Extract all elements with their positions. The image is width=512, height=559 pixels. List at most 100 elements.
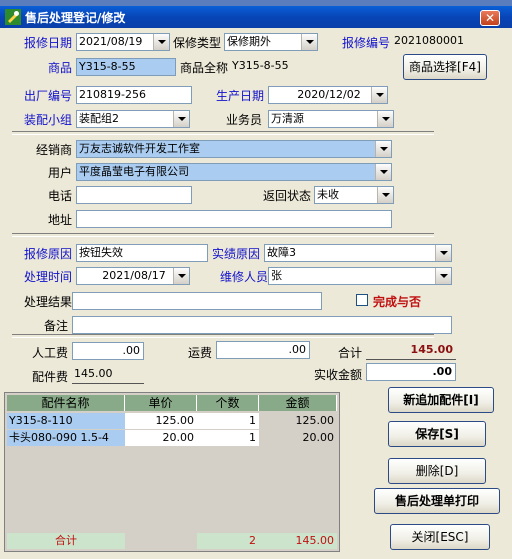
cell-part-name[interactable]: Y315-8-110 — [7, 413, 125, 429]
table-header-part-name[interactable]: 配件名称 — [7, 395, 125, 411]
divider — [12, 334, 434, 338]
product-fullname-label: 商品全称 — [180, 61, 229, 75]
close-window-button[interactable]: ✕ — [480, 10, 500, 26]
cell-quantity[interactable]: 1 — [197, 430, 259, 446]
delete-button[interactable]: 删除[D] — [388, 458, 486, 484]
salesman-label: 业务员 — [226, 113, 263, 127]
repair-type-value: 保修期外 — [227, 35, 271, 48]
remark-label: 备注 — [44, 319, 69, 333]
assembly-group-label: 装配小组 — [24, 113, 73, 127]
close-button[interactable]: 关闭[ESC] — [390, 524, 490, 550]
actual-amount-label: 实收金额 — [314, 368, 363, 382]
chevron-down-icon[interactable] — [435, 268, 451, 284]
chevron-down-icon[interactable] — [375, 141, 391, 157]
actual-reason-value: 故障3 — [267, 246, 296, 259]
footer-quantity-total: 2 — [197, 533, 259, 549]
process-result-field[interactable] — [72, 292, 322, 310]
user-select[interactable]: 平度晶莹电子有限公司 — [76, 163, 392, 181]
dialog-client: 报修日期 2021/08/19 保修类型 保修期外 报修编号 202108000… — [4, 28, 508, 555]
salesman-value: 万清源 — [271, 112, 304, 125]
serial-field[interactable]: 210819-256 — [76, 86, 192, 104]
complete-label: 完成与否 — [373, 295, 422, 309]
remark-field[interactable] — [72, 316, 452, 334]
table-header-quantity[interactable]: 个数 — [197, 395, 259, 411]
divider — [12, 131, 434, 135]
add-part-button[interactable]: 新追加配件[I] — [388, 387, 494, 413]
return-status-value: 未收 — [317, 188, 339, 201]
process-time-label: 处理时间 — [24, 270, 73, 284]
cell-amount: 20.00 — [259, 430, 337, 446]
chevron-down-icon[interactable] — [153, 34, 169, 50]
print-button[interactable]: 售后处理单打印 — [374, 488, 500, 514]
footer-empty-cell — [125, 533, 197, 549]
chevron-down-icon[interactable] — [301, 34, 317, 50]
repair-type-label: 保修类型 — [173, 36, 222, 50]
repair-type-select[interactable]: 保修期外 — [224, 33, 318, 51]
chevron-down-icon[interactable] — [377, 111, 393, 127]
user-value: 平度晶莹电子有限公司 — [79, 165, 189, 178]
footer-amount-total: 145.00 — [259, 533, 337, 549]
chevron-down-icon[interactable] — [375, 164, 391, 180]
repair-reason-label: 报修原因 — [24, 247, 73, 261]
address-field[interactable] — [76, 210, 392, 228]
divider — [12, 233, 434, 237]
complete-checkbox[interactable] — [356, 294, 368, 306]
product-field[interactable]: Y315-8-55 — [76, 58, 176, 76]
assembly-group-value: 装配组2 — [79, 112, 119, 125]
production-date-picker[interactable]: 2020/12/02 — [268, 86, 388, 104]
production-date-value: 2020/12/02 — [297, 88, 361, 101]
product-fullname-field: Y315-8-55 — [232, 59, 289, 72]
serial-label: 出厂编号 — [24, 89, 73, 103]
process-result-label: 处理结果 — [24, 295, 73, 309]
total-label: 合计 — [338, 346, 363, 360]
chevron-down-icon[interactable] — [377, 187, 393, 203]
chevron-down-icon[interactable] — [173, 268, 189, 284]
actual-reason-label: 实绩原因 — [212, 247, 261, 261]
app-icon — [5, 9, 21, 25]
address-label: 地址 — [48, 213, 73, 227]
freight-field[interactable]: .00 — [216, 341, 310, 359]
actual-amount-field[interactable]: .00 — [366, 363, 456, 381]
total-value: 145.00 — [366, 342, 456, 360]
repair-no-label: 报修编号 — [342, 36, 391, 50]
repairer-label: 维修人员 — [220, 270, 269, 284]
chevron-down-icon[interactable] — [435, 245, 451, 261]
salesman-select[interactable]: 万清源 — [268, 110, 394, 128]
table-header-unit-price[interactable]: 单价 — [125, 395, 197, 411]
repair-date-value: 2021/08/19 — [79, 35, 143, 48]
process-time-picker[interactable]: 2021/08/17 — [76, 267, 190, 285]
repairer-select[interactable]: 张 — [268, 267, 452, 285]
phone-field[interactable] — [76, 186, 192, 204]
title-bar[interactable]: 售后处理登记/修改 ✕ — [0, 6, 512, 28]
cell-unit-price[interactable]: 20.00 — [125, 430, 197, 446]
repair-no-field: 2021080001 — [394, 34, 464, 47]
return-status-select[interactable]: 未收 — [314, 186, 394, 204]
repair-date-label: 报修日期 — [24, 36, 73, 50]
production-date-label: 生产日期 — [216, 89, 265, 103]
actual-reason-select[interactable]: 故障3 — [264, 244, 452, 262]
labor-fee-field[interactable]: .00 — [72, 342, 144, 360]
chevron-down-icon[interactable] — [371, 87, 387, 103]
dealer-select[interactable]: 万友志诚软件开发工作室 — [76, 140, 392, 158]
dealer-label: 经销商 — [36, 143, 73, 157]
product-select-button[interactable]: 商品选择[F4] — [403, 54, 487, 80]
phone-label: 电话 — [48, 189, 73, 203]
parts-table[interactable]: 配件名称 单价 个数 金额 Y315-8-110 125.00 1 125.00… — [4, 392, 340, 552]
footer-total-label: 合计 — [7, 533, 125, 549]
table-header-amount[interactable]: 金额 — [259, 395, 337, 411]
window-title: 售后处理登记/修改 — [25, 11, 126, 25]
cell-amount: 125.00 — [259, 413, 337, 429]
user-label: 用户 — [48, 166, 73, 180]
parts-fee-label: 配件费 — [32, 370, 69, 384]
save-button[interactable]: 保存[S] — [388, 421, 486, 447]
assembly-group-select[interactable]: 装配组2 — [76, 110, 190, 128]
process-time-value: 2021/08/17 — [102, 269, 166, 282]
repairer-value: 张 — [271, 269, 282, 282]
repair-reason-field[interactable]: 按钮失效 — [76, 244, 208, 262]
freight-label: 运费 — [188, 346, 213, 360]
chevron-down-icon[interactable] — [173, 111, 189, 127]
cell-unit-price[interactable]: 125.00 — [125, 413, 197, 429]
cell-quantity[interactable]: 1 — [197, 413, 259, 429]
cell-part-name[interactable]: 卡头080-090 1.5-4 — [7, 430, 125, 446]
repair-date-picker[interactable]: 2021/08/19 — [76, 33, 170, 51]
